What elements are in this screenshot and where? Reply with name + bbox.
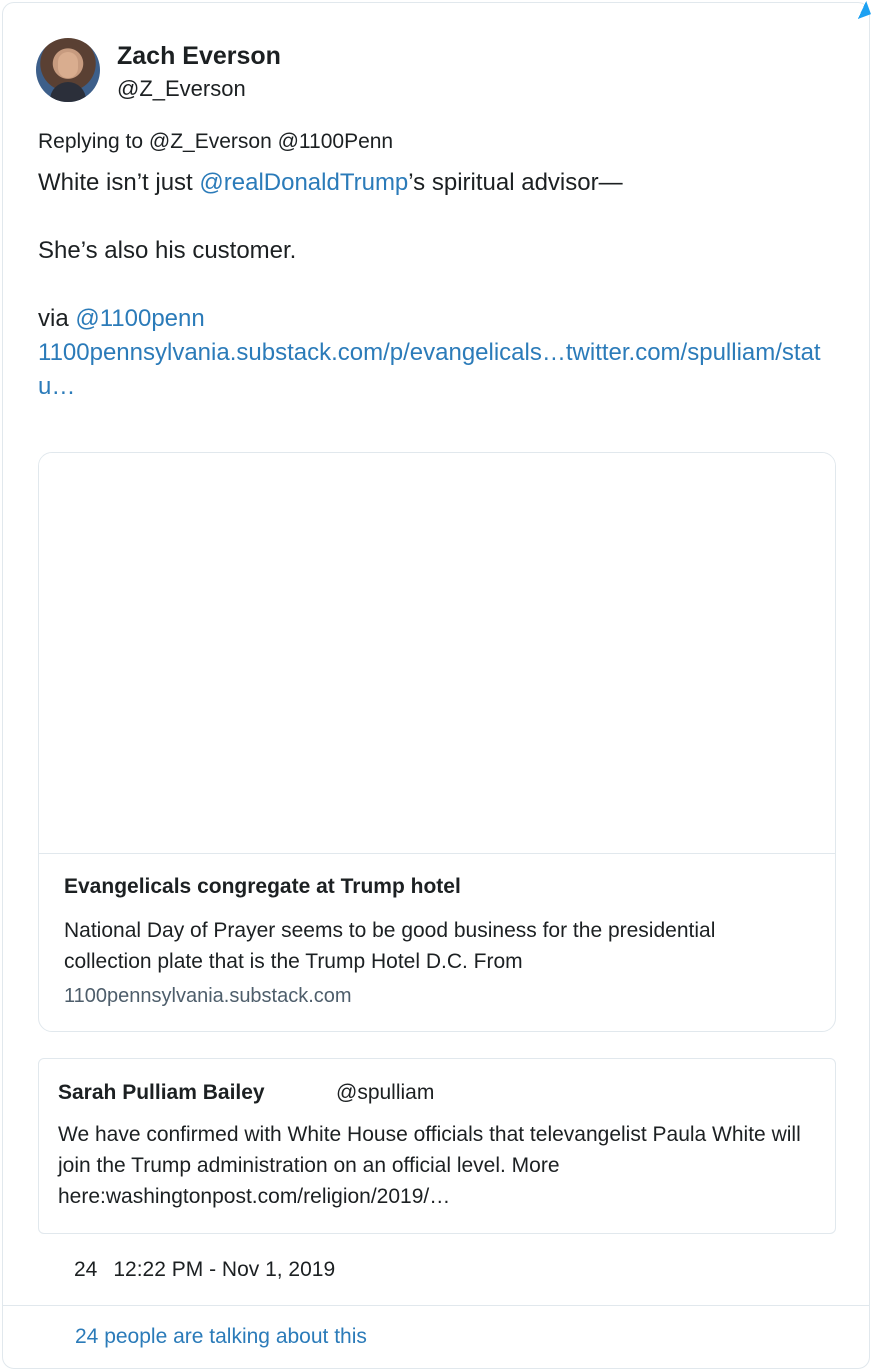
link-preview-domain: 1100pennsylvania.substack.com	[64, 985, 352, 1007]
tweet-line-4: 1100pennsylvania.substack.com/p/evangeli…	[38, 336, 838, 404]
people-talking-link[interactable]: 24 people are talking about this	[75, 1325, 367, 1349]
tweet-meta: 24 12:22 PM - Nov 1, 2019	[74, 1258, 335, 1282]
tweet-line-2: She’s also his customer.	[38, 237, 297, 264]
mention-realdonaldtrump-link[interactable]: @realDonaldTrump	[199, 169, 408, 196]
link-preview-description: National Day of Prayer seems to be good …	[64, 919, 716, 973]
link-preview-card[interactable]: Evangelicals congregate at Trump hotel N…	[38, 452, 836, 1032]
author-avatar[interactable]	[36, 38, 100, 102]
avatar-shirt	[50, 82, 86, 102]
quoted-tweet-author-handle: @spulliam	[336, 1081, 435, 1104]
link-preview-image	[39, 453, 835, 854]
link-preview-title: Evangelicals congregate at Trump hotel	[64, 875, 461, 898]
corner-accent	[853, 1, 871, 19]
author-display-name[interactable]: Zach Everson	[117, 42, 281, 71]
tweet-line-1-suffix: ’s spiritual advisor—	[408, 169, 623, 196]
avatar-face	[58, 52, 78, 78]
tweet-line-3-prefix: via	[38, 305, 76, 332]
quoted-tweet-card[interactable]: Sarah Pulliam Bailey @spulliam We have c…	[38, 1058, 836, 1234]
tweet-line-1: White isn’t just @realDonaldTrump’s spir…	[38, 166, 838, 200]
like-count[interactable]: 24	[74, 1258, 97, 1281]
tweet-timestamp[interactable]: 12:22 PM - Nov 1, 2019	[113, 1258, 335, 1281]
footer-divider	[2, 1305, 870, 1306]
tweet-line-3: via @1100penn	[38, 302, 838, 336]
mention-1100penn-link[interactable]: @1100penn	[75, 305, 204, 332]
tweet-urls-link[interactable]: 1100pennsylvania.substack.com/p/evangeli…	[38, 339, 821, 400]
tweet-text: White isn’t just @realDonaldTrump’s spir…	[38, 166, 838, 404]
quoted-tweet-author-name: Sarah Pulliam Bailey	[58, 1081, 265, 1104]
tweet-line-1-prefix: White isn’t just	[38, 169, 200, 196]
replying-to-label: Replying to @Z_Everson @1100Penn	[38, 130, 394, 153]
author-screen-name[interactable]: @Z_Everson	[117, 76, 246, 102]
quoted-tweet-text: We have confirmed with White House offic…	[58, 1123, 801, 1208]
